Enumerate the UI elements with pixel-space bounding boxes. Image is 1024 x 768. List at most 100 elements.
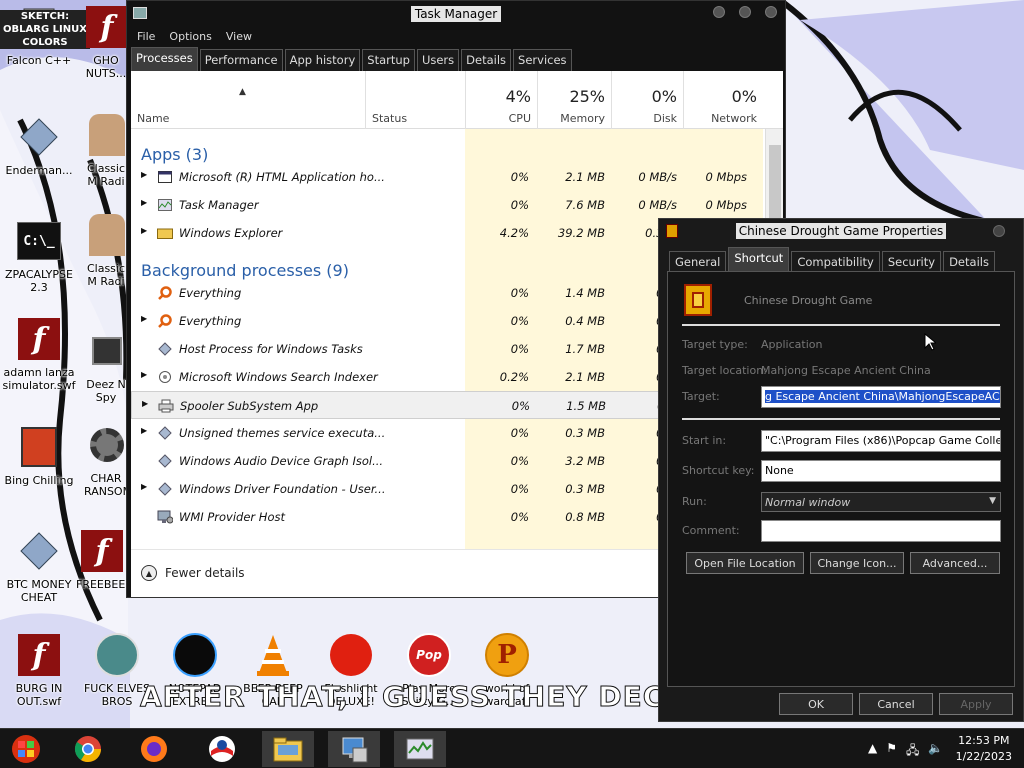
process-name: Windows Explorer (179, 226, 283, 240)
tab-startup[interactable]: Startup (362, 49, 415, 71)
tab-security[interactable]: Security (881, 251, 942, 271)
header-cpu[interactable]: 4% CPU (465, 71, 537, 129)
header-status[interactable]: Status (365, 71, 465, 129)
flag-icon[interactable]: ⚑ (886, 741, 897, 762)
properties-dialog[interactable]: Chinese Drought Game Properties General … (658, 218, 1024, 722)
taskbar-obama[interactable] (196, 731, 248, 767)
network-percent: 0% (731, 87, 757, 106)
header-name-label: Name (137, 112, 170, 125)
start-button[interactable] (0, 731, 52, 767)
header-memory[interactable]: 25% Memory (537, 71, 611, 129)
tab-users[interactable]: Users (416, 49, 460, 71)
target-field[interactable]: g Escape Ancient China\MahjongEscapeAC.e… (761, 386, 1001, 408)
desktop-icon-bing[interactable]: Bing Chilling (0, 424, 78, 487)
shortcut-key-field[interactable]: None (761, 460, 1001, 482)
expand-arrow-icon[interactable]: ▶ (141, 314, 147, 323)
desktop-icon-classic-1[interactable]: Classic M Radi (84, 112, 128, 188)
desktop-icon-freebee[interactable]: f FREEBEE... (76, 528, 128, 591)
tab-compatibility[interactable]: Compatibility (791, 251, 880, 271)
taskbar-chrome[interactable] (62, 731, 114, 767)
process-name: Host Process for Windows Tasks (179, 342, 363, 356)
desktop-icon-deez[interactable]: Deez N Spy (84, 328, 128, 404)
process-row[interactable]: ▶ Microsoft (R) HTML Application ho... 0% 2… (131, 163, 761, 191)
process-icon (157, 425, 173, 441)
notepad-icon (172, 632, 218, 678)
desktop-icon-char[interactable]: CHAR RANSOM (84, 422, 128, 498)
chevron-up-icon: ▲ (141, 565, 157, 581)
advanced-button[interactable]: Advanced... (910, 552, 1000, 574)
expand-arrow-icon[interactable]: ▶ (141, 482, 147, 491)
desktop-icon-burg[interactable]: f BURG IN OUT.swf (0, 632, 78, 708)
chevron-up-icon[interactable]: ▲ (868, 741, 877, 762)
menu-options[interactable]: Options (169, 30, 211, 43)
open-file-location-button[interactable]: Open File Location (686, 552, 804, 574)
menu-file[interactable]: File (137, 30, 155, 43)
minimize-button[interactable] (713, 6, 725, 18)
tab-processes[interactable]: Processes (131, 47, 198, 71)
tab-general[interactable]: General (669, 251, 727, 271)
process-memory: 3.2 MB (565, 454, 605, 468)
change-icon-button[interactable]: Change Icon... (810, 552, 904, 574)
desktop-icon-falcon[interactable]: SKETCH: OBLARG LINUX COLORS Falcon C++ (0, 4, 90, 67)
desktop-icon-gho[interactable]: f GHO NUTS... (84, 4, 128, 80)
expand-arrow-icon[interactable]: ▶ (141, 170, 147, 179)
expand-arrow-icon[interactable]: ▶ (141, 198, 147, 207)
taskbar-file-explorer[interactable] (262, 731, 314, 767)
fewer-details-button[interactable]: ▲ Fewer details (141, 565, 245, 581)
header-disk[interactable]: 0% Disk (611, 71, 683, 129)
process-disk: 0 MB/s (638, 198, 677, 212)
process-name: Task Manager (179, 198, 259, 212)
tab-details[interactable]: Details (461, 49, 512, 71)
run-select[interactable]: Normal window ▼ (761, 492, 1001, 512)
memory-percent: 25% (569, 87, 605, 106)
process-cpu: 4.2% (499, 226, 529, 240)
desktop-icon-label: BURG IN OUT.swf (15, 682, 63, 708)
expand-arrow-icon[interactable]: ▶ (141, 226, 147, 235)
taskbar-task-manager[interactable] (394, 731, 446, 767)
apply-button[interactable]: Apply (939, 693, 1013, 715)
tab-details[interactable]: Details (943, 251, 995, 271)
gear-icon (84, 422, 128, 468)
maximize-button[interactable] (739, 6, 751, 18)
expand-arrow-icon[interactable]: ▶ (142, 399, 148, 408)
volume-icon[interactable]: 🔈 (928, 741, 943, 762)
start-orb-icon (12, 735, 40, 763)
desktop-icon-label: Enderman... (5, 164, 73, 177)
close-button[interactable] (993, 225, 1005, 237)
run-label: Run: (682, 495, 707, 508)
header-name[interactable]: Name (131, 71, 365, 129)
taskbar-firefox[interactable] (128, 731, 180, 767)
desktop-icon-classic-2[interactable]: Classic M Radi (84, 212, 128, 288)
desktop-icon-btc[interactable]: BTC MONEY CHEAT (0, 528, 78, 604)
network-icon[interactable]: 🖧 (906, 741, 919, 762)
process-row[interactable]: ▶ Task Manager 0% 7.6 MB 0 MB/s 0 Mbps (131, 191, 761, 219)
expand-arrow-icon[interactable]: ▶ (141, 370, 147, 379)
separator (682, 324, 1000, 326)
ok-button[interactable]: OK (779, 693, 853, 715)
process-name: Spooler SubSystem App (180, 399, 319, 413)
shortcut-key-label: Shortcut key: (682, 464, 755, 477)
close-button[interactable] (765, 6, 777, 18)
cancel-button[interactable]: Cancel (859, 693, 933, 715)
tab-performance[interactable]: Performance (199, 49, 283, 71)
desktop-icon-adamn[interactable]: f adamn lanza simulator.swf (0, 316, 78, 392)
tab-services[interactable]: Services (513, 49, 572, 71)
column-header: ▲ Name Status 4% CPU 25% Memory 0% Disk 0% N… (131, 71, 783, 129)
desktop-icon-enderman[interactable]: Enderman... (0, 114, 78, 177)
dialog-title-bar[interactable]: Chinese Drought Game Properties (659, 219, 1023, 243)
process-cpu: 0.2% (499, 370, 529, 384)
tab-app-history[interactable]: App history (284, 49, 361, 71)
title-bar[interactable]: Task Manager (127, 1, 785, 27)
menu-view[interactable]: View (226, 30, 252, 43)
tab-shortcut[interactable]: Shortcut (728, 247, 790, 271)
process-disk: 0 MB/s (638, 170, 677, 184)
wmi-icon (157, 509, 173, 525)
clock[interactable]: 12:53 PM 1/22/2023 (956, 733, 1012, 765)
expand-arrow-icon[interactable]: ▶ (141, 426, 147, 435)
separator (682, 418, 1000, 420)
header-network[interactable]: 0% Network (683, 71, 763, 129)
start-in-field[interactable]: "C:\Program Files (x86)\Popcap Game Coll… (761, 430, 1001, 452)
desktop-icon-zpacalypse[interactable]: C:\_ ZPACALYPSE 2.3 (0, 218, 78, 294)
taskbar-control-panel[interactable] (328, 731, 380, 767)
comment-field[interactable] (761, 520, 1001, 542)
